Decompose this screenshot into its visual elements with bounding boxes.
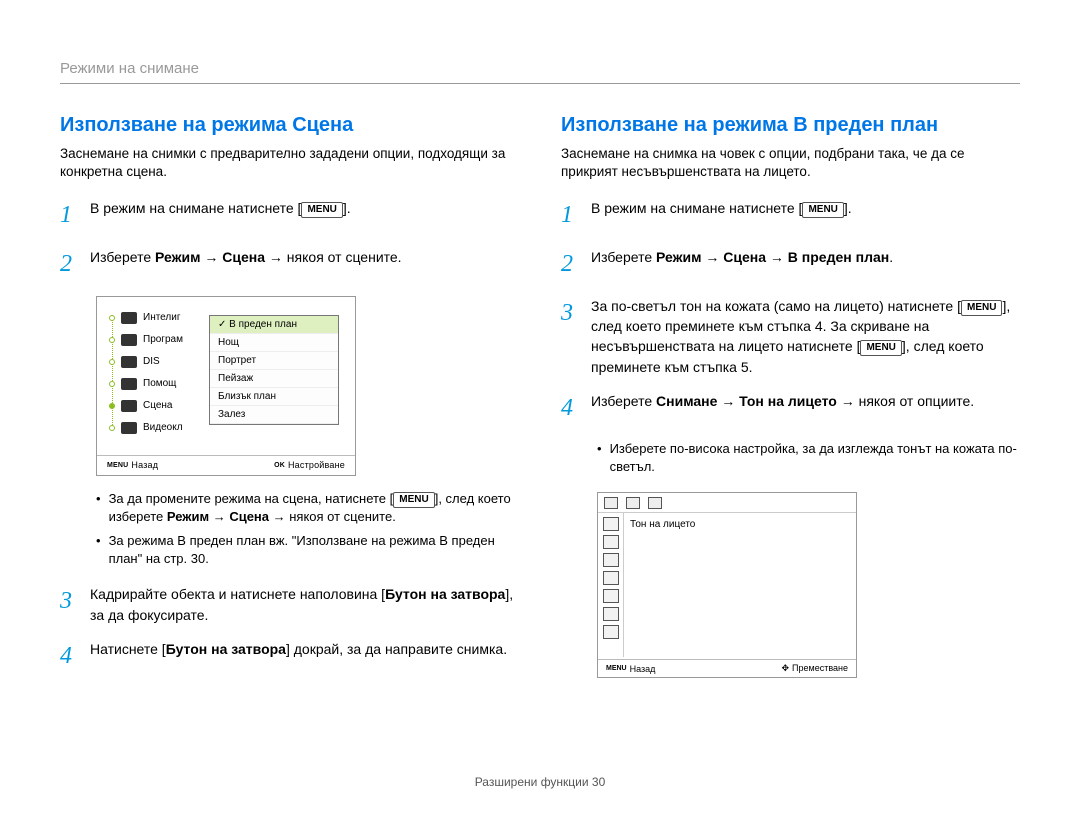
- page-footer: Разширени функции 30: [0, 775, 1080, 789]
- face-tone-screenshot: Тон на лицето MENU Назад ✥Преместване: [597, 492, 857, 678]
- section-title-foreground: Използване на режима В преден план: [561, 114, 1020, 137]
- section-title-scene: Използване на режима Сцена: [60, 114, 519, 137]
- scene-option: Нощ: [210, 334, 338, 352]
- step-number: 2: [60, 247, 78, 282]
- mode-icon: [121, 312, 137, 324]
- scene-mode-screenshot: Интелиг Програм DIS Помощ Сцена Видеокл …: [96, 296, 356, 476]
- top-icon: [604, 497, 618, 509]
- step-number: 1: [60, 198, 78, 233]
- scene-step-3: 3 Кадрирайте обекта и натиснете наполови…: [60, 584, 519, 625]
- menu-label-small: MENU: [107, 462, 128, 469]
- step-number: 3: [561, 296, 579, 331]
- menu-button-icon: MENU: [860, 340, 901, 356]
- side-icon: [603, 607, 619, 621]
- step-number: 3: [60, 584, 78, 619]
- move-icon: ✥: [781, 663, 789, 674]
- mode-icon: [121, 422, 137, 434]
- mode-icon: [121, 378, 137, 390]
- mode-icon: [121, 400, 137, 412]
- adjust-label: Настройване: [288, 460, 345, 470]
- menu-button-icon: MENU: [961, 300, 1002, 316]
- face-tone-label: Тон на лицето: [630, 519, 695, 530]
- mode-icon: [121, 356, 137, 368]
- scene-option: Близък план: [210, 388, 338, 406]
- side-icon: [603, 535, 619, 549]
- scene-step-2: 2 Изберете Режим → Сцена → някоя от сцен…: [60, 247, 519, 282]
- fg-step-3: 3 За по-светъл тон на кожата (само на ли…: [561, 296, 1020, 377]
- menu-button-icon: MENU: [301, 202, 342, 218]
- left-column: Използване на режима Сцена Заснемане на …: [60, 110, 519, 688]
- fg-step-1: 1 В режим на снимане натиснете [MENU].: [561, 198, 1020, 233]
- menu-label-small: MENU: [606, 665, 627, 672]
- side-icon: [603, 625, 619, 639]
- ok-label-small: OK: [274, 462, 285, 469]
- top-icon: [626, 497, 640, 509]
- back-label: Назад: [131, 460, 158, 470]
- step-number: 4: [60, 639, 78, 674]
- scene-option: Пейзаж: [210, 370, 338, 388]
- step-number: 2: [561, 247, 579, 282]
- step-number: 4: [561, 391, 579, 426]
- side-icon: [603, 517, 619, 531]
- scene-step-1: 1 В режим на снимане натиснете [MENU].: [60, 198, 519, 233]
- step-number: 1: [561, 198, 579, 233]
- fg-step-2: 2 Изберете Режим → Сцена → В преден план…: [561, 247, 1020, 282]
- move-label: Преместване: [792, 663, 848, 673]
- menu-button-icon: MENU: [802, 202, 843, 218]
- top-icon: [648, 497, 662, 509]
- breadcrumb: Режими на снимане: [60, 60, 1020, 77]
- scene-option-selected: В преден план: [210, 316, 338, 334]
- scene-note-2: За режима В преден план вж. "Използване …: [96, 532, 519, 568]
- side-icon: [603, 571, 619, 585]
- scene-note-1: За да промените режима на сцена, натисне…: [96, 490, 519, 526]
- side-icon: [603, 553, 619, 567]
- fg-note-1: Изберете по-висока настройка, за да изгл…: [597, 440, 1020, 476]
- fg-step-4: 4 Изберете Снимане → Тон на лицето → няк…: [561, 391, 1020, 426]
- side-icon: [603, 589, 619, 603]
- scene-intro: Заснемане на снимки с предварително зада…: [60, 145, 519, 180]
- menu-button-icon: MENU: [393, 492, 434, 508]
- mode-icon: [121, 334, 137, 346]
- scene-option: Портрет: [210, 352, 338, 370]
- back-label: Назад: [630, 664, 656, 674]
- right-column: Използване на режима В преден план Засне…: [561, 110, 1020, 688]
- foreground-intro: Заснемане на снимка на човек с опции, по…: [561, 145, 1020, 180]
- scene-option: Залез: [210, 406, 338, 424]
- scene-step-4: 4 Натиснете [Бутон на затвора] докрай, з…: [60, 639, 519, 674]
